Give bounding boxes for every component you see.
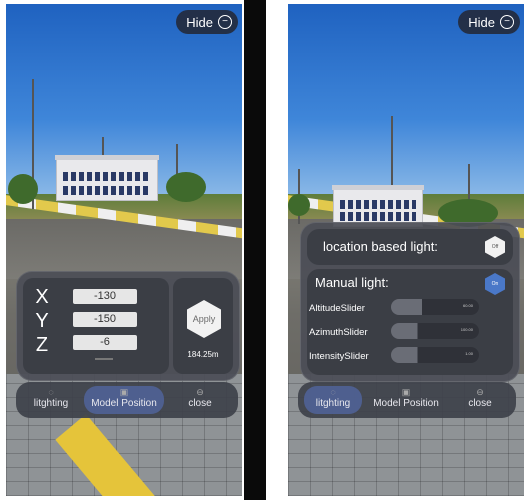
hide-label: Hide [186, 14, 213, 30]
y-axis-label: Y [35, 310, 49, 332]
distance-readout: 184.25m [187, 350, 219, 359]
light-bulb-icon: ◌ [330, 387, 336, 397]
tab-lighting[interactable]: ◌ litghting [304, 386, 362, 414]
manual-light-toggle[interactable]: On [485, 273, 505, 295]
bottom-tab-bar: ◌ litghting ▣ Model Position ⊖ close [298, 382, 516, 418]
tab-model-position-label: Model Position [91, 398, 157, 409]
model-position-panel: X -130 Y -150 Z -6 Apply 184.25m [16, 271, 240, 381]
hide-button[interactable]: Hide − [176, 10, 238, 34]
tab-lighting-label: litghting [315, 398, 351, 409]
close-circle-icon: ⊖ [476, 387, 484, 397]
intensity-slider-label: IntensitySlider [309, 351, 369, 362]
location-light-toggle[interactable]: Off [485, 236, 505, 258]
tab-model-position-label: Model Position [373, 398, 439, 409]
cube-icon: ▣ [401, 387, 411, 397]
lighting-panel: location based light: Off Manual light: … [300, 222, 520, 382]
apply-label: Apply [192, 314, 216, 324]
tab-close-label: close [468, 398, 492, 409]
z-field[interactable]: -6 [73, 335, 137, 350]
apply-button[interactable]: Apply [187, 300, 221, 338]
tab-close[interactable]: ⊖ close [450, 386, 510, 414]
bottom-tab-bar: ◌ litghting ▣ Model Position ⊖ close [16, 382, 238, 418]
azimuth-slider-label: AzimuthSlider [309, 327, 368, 338]
tab-lighting[interactable]: ◌ litghting [22, 386, 80, 414]
ar-camera-view [6, 4, 242, 496]
location-light-row: location based light: Off [307, 229, 513, 265]
right-screen: Hide − location based light: Off Manual … [288, 4, 524, 496]
apply-panel: Apply 184.25m [173, 278, 233, 374]
left-screen: Hide − X -130 Y -150 Z -6 Apply 184.25m … [6, 4, 242, 496]
tab-close-label: close [188, 398, 212, 409]
minus-circle-icon: − [500, 15, 514, 29]
x-axis-label: X [35, 286, 49, 308]
altitude-slider-label: AltitudeSlider [309, 303, 365, 314]
tab-model-position[interactable]: ▣ Model Position [84, 386, 164, 414]
azimuth-slider[interactable]: 100.00 [391, 323, 479, 339]
altitude-slider[interactable]: 60.00 [391, 299, 479, 315]
tab-close[interactable]: ⊖ close [170, 386, 230, 414]
hide-button[interactable]: Hide − [458, 10, 520, 34]
y-field[interactable]: -150 [73, 312, 137, 327]
scale-handle[interactable] [95, 358, 113, 360]
minus-circle-icon: − [218, 15, 232, 29]
manual-light-row: Manual light: On AltitudeSlider 60.00 Az… [307, 269, 513, 375]
building-model [55, 155, 159, 201]
hide-label: Hide [468, 14, 495, 30]
tab-model-position[interactable]: ▣ Model Position [366, 386, 446, 414]
z-axis-label: Z [35, 334, 49, 356]
close-circle-icon: ⊖ [196, 387, 204, 397]
light-bulb-icon: ◌ [48, 387, 54, 397]
x-field[interactable]: -130 [73, 289, 137, 304]
tab-lighting-label: litghting [33, 398, 69, 409]
screen-divider [244, 0, 266, 500]
intensity-slider[interactable]: 1.00 [391, 347, 479, 363]
location-light-label: location based light: [323, 239, 438, 254]
coordinate-inputs: X -130 Y -150 Z -6 [23, 278, 169, 374]
manual-light-label: Manual light: [315, 275, 389, 290]
cube-icon: ▣ [119, 387, 129, 397]
